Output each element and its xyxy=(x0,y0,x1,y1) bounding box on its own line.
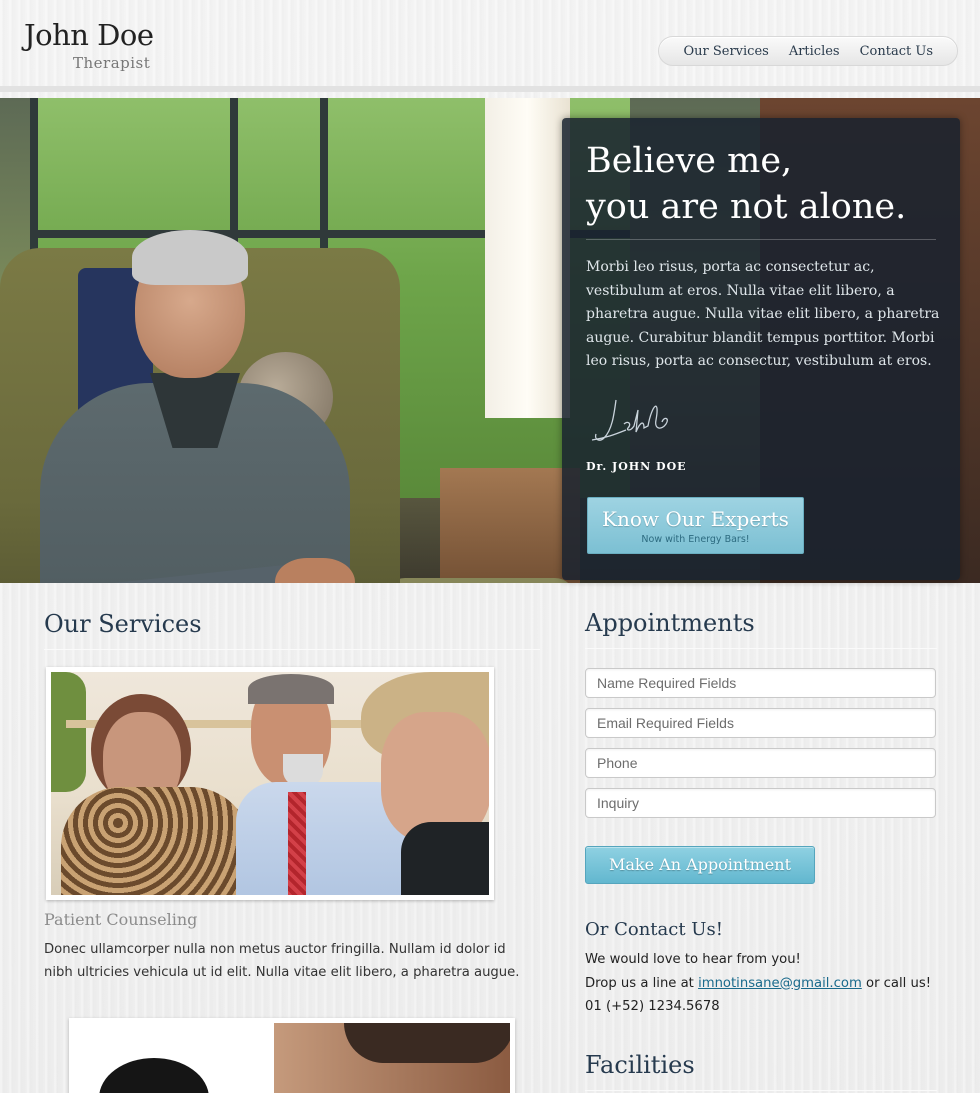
hero-title: Believe me, you are not alone. xyxy=(586,138,946,230)
appointments-divider xyxy=(585,648,937,649)
facilities-divider xyxy=(585,1090,937,1091)
nav-contact-us[interactable]: Contact Us xyxy=(850,44,943,59)
patient-counseling-photo xyxy=(46,667,494,900)
contact-line2-suffix: or call us! xyxy=(866,975,932,991)
know-our-experts-button[interactable]: Know Our Experts Now with Energy Bars! xyxy=(587,497,804,554)
inquiry-input[interactable] xyxy=(585,788,936,818)
nav-articles[interactable]: Articles xyxy=(779,44,850,59)
nav-our-services[interactable]: Our Services xyxy=(673,44,778,59)
hero-body-text: Morbi leo risus, porta ac consectetur ac… xyxy=(586,259,940,369)
hero-portrait xyxy=(40,228,364,583)
contact-line1: We would love to hear from you! xyxy=(585,952,801,967)
phone-input[interactable] xyxy=(585,748,936,778)
signature-name: Dr. JOHN DOE xyxy=(586,460,687,473)
signature-image xyxy=(591,399,668,441)
name-input[interactable] xyxy=(585,668,936,698)
contact-line2: Drop us a line at imnotinsane@gmail.com … xyxy=(585,972,945,996)
patient-counseling-caption: Patient Counseling xyxy=(44,910,198,929)
lamp-image xyxy=(485,98,570,418)
contact-phone: 01 (+52) 1234.5678 xyxy=(585,999,720,1014)
hero-title-line1: Believe me, xyxy=(586,141,793,181)
hero-callout: Believe me, you are not alone. Morbi leo… xyxy=(562,118,960,580)
site-header: John Doe Therapist Our Services Articles… xyxy=(0,0,980,92)
logo-subtitle: Therapist xyxy=(73,54,151,72)
appointments-heading: Appointments xyxy=(585,609,755,637)
logo-name[interactable]: John Doe xyxy=(24,18,154,52)
contact-email-link[interactable]: imnotinsane@gmail.com xyxy=(698,976,862,991)
services-paragraph: Donec ullamcorper nulla non metus auctor… xyxy=(44,942,520,980)
second-service-photo xyxy=(69,1018,515,1093)
email-input[interactable] xyxy=(585,708,936,738)
hero-title-line2: you are not alone. xyxy=(586,187,907,227)
contact-line2-prefix: Drop us a line at xyxy=(585,975,694,991)
main-nav: Our Services Articles Contact Us xyxy=(658,36,958,66)
contact-heading: Or Contact Us! xyxy=(585,919,723,940)
make-appointment-button[interactable]: Make An Appointment xyxy=(585,846,815,884)
facilities-heading: Facilities xyxy=(585,1051,695,1079)
services-divider xyxy=(44,649,540,650)
hero-button-sublabel: Now with Energy Bars! xyxy=(641,534,750,545)
contact-info: We would love to hear from you! Drop us … xyxy=(585,948,945,1019)
hero-button-label: Know Our Experts xyxy=(602,507,789,531)
our-services-heading: Our Services xyxy=(44,610,202,638)
hero-divider xyxy=(586,239,936,240)
